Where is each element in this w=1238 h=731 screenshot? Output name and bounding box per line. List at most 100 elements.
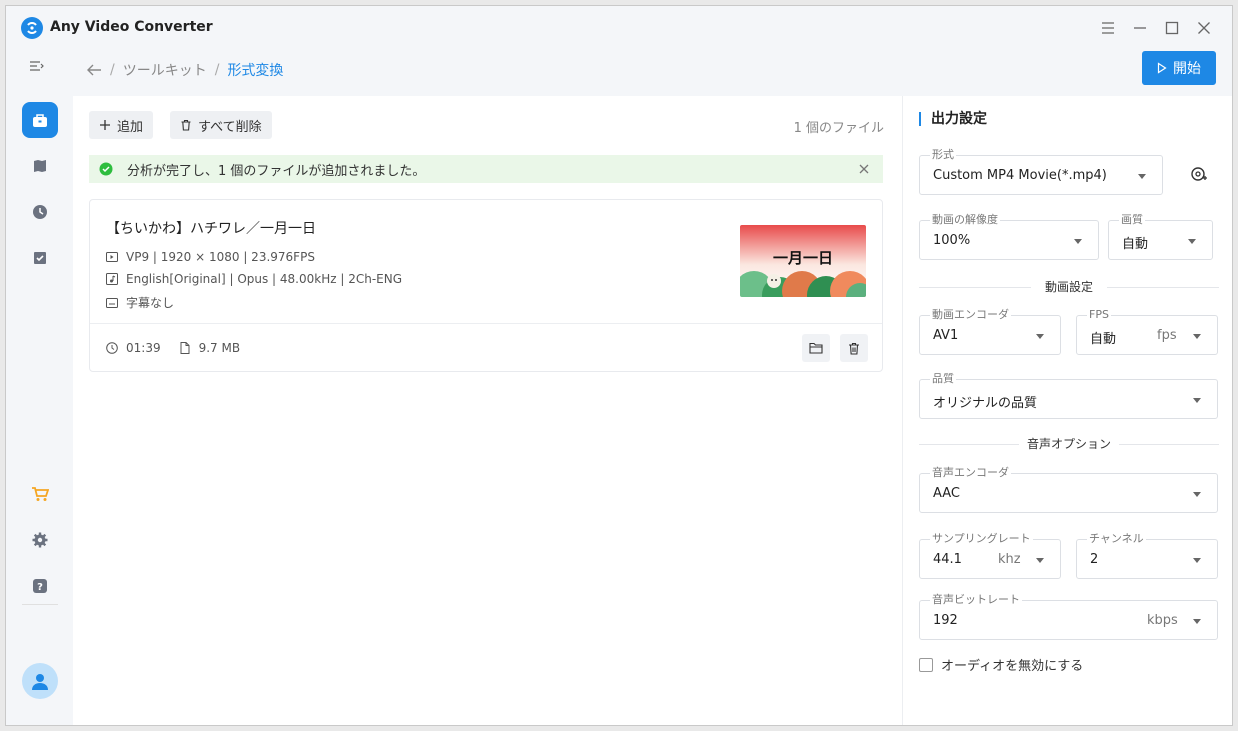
success-alert: 分析が完了し、1 個のファイルが追加されました。 <box>89 155 883 183</box>
maximize-button[interactable] <box>1160 16 1184 40</box>
start-button[interactable]: 開始 <box>1142 51 1216 85</box>
audio-options-heading: 音声オプション <box>1026 437 1111 451</box>
chevron-down-icon <box>1193 492 1201 497</box>
subtitle-info-row: 字幕なし <box>106 294 174 311</box>
back-arrow-icon[interactable] <box>86 63 102 77</box>
nav-store[interactable] <box>22 476 58 512</box>
file-size-icon <box>180 342 190 354</box>
fps-select[interactable]: FPS 自動 fps <box>1076 308 1218 355</box>
audio-bitrate-value: 192 <box>933 613 958 628</box>
fps-unit: fps <box>1157 328 1177 343</box>
quality-select[interactable]: 品質 オリジナルの品質 <box>919 372 1218 419</box>
file-stats: 01:39 9.7 MB <box>106 341 240 355</box>
nav-tasks[interactable] <box>22 240 58 276</box>
card-divider <box>90 323 882 324</box>
svg-text:?: ? <box>37 582 43 593</box>
format-settings-icon[interactable] <box>1190 165 1208 183</box>
quality-value: オリジナルの品質 <box>933 396 1038 411</box>
chevron-down-icon <box>1193 558 1201 563</box>
audio-encoder-value: AAC <box>933 486 960 501</box>
resolution-select[interactable]: 動画の解像度 100% <box>919 213 1099 260</box>
chevron-down-icon <box>1074 239 1082 244</box>
delete-all-button[interactable]: すべて削除 <box>170 111 272 139</box>
help-icon: ? <box>33 579 47 593</box>
resolution-value: 100% <box>933 233 971 248</box>
file-count: 1 個のファイル <box>793 121 884 136</box>
subtitle-icon <box>106 297 118 308</box>
nav-history[interactable] <box>22 194 58 230</box>
folder-icon <box>809 342 823 354</box>
sample-rate-select[interactable]: サンプリングレート 44.1 khz <box>919 532 1061 579</box>
audio-info-row: English[Original] | Opus | 48.00kHz | 2C… <box>106 272 402 286</box>
close-button[interactable] <box>1192 16 1216 40</box>
format-select[interactable]: 形式 Custom MP4 Movie(*.mp4) <box>919 148 1163 195</box>
user-avatar[interactable] <box>22 663 58 699</box>
resolution-label: 動画の解像度 <box>930 213 1000 227</box>
start-button-label: 開始 <box>1173 61 1201 77</box>
video-encoder-label: 動画エンコーダ <box>930 308 1011 322</box>
breadcrumb-toolkit[interactable]: ツールキット <box>123 60 207 80</box>
sample-rate-unit: khz <box>998 552 1021 567</box>
left-sidebar: ? <box>6 96 73 725</box>
thumbnail-caption: 一月一日 <box>772 249 833 267</box>
output-settings-title: 出力設定 <box>919 112 987 126</box>
disable-audio-label: オーディオを無効にする <box>941 659 1084 674</box>
delete-file-button[interactable] <box>840 334 868 362</box>
audio-encoder-label: 音声エンコーダ <box>930 466 1011 480</box>
user-icon <box>32 674 48 690</box>
audio-bitrate-select[interactable]: 音声ビットレート 192 kbps <box>919 593 1218 640</box>
breadcrumb-separator: / <box>214 62 220 78</box>
audio-info: English[Original] | Opus | 48.00kHz | 2C… <box>126 272 403 286</box>
nav-toolkit[interactable] <box>22 102 58 138</box>
image-quality-label: 画質 <box>1119 213 1145 227</box>
minimize-button[interactable] <box>1128 16 1152 40</box>
video-info: VP9 | 1920 × 1080 | 23.976FPS <box>126 250 315 264</box>
menu-icon[interactable] <box>1096 16 1120 40</box>
video-settings-divider: 動画設定 <box>919 280 1219 294</box>
delete-all-label: すべて削除 <box>198 119 262 135</box>
play-icon <box>1157 62 1167 74</box>
alert-close-icon[interactable] <box>857 162 871 176</box>
output-settings-panel: 出力設定 形式 Custom MP4 Movie(*.mp4) 動画の解像度 1… <box>902 96 1232 725</box>
clock-icon <box>33 205 47 219</box>
gear-icon <box>32 532 48 548</box>
chevron-down-icon <box>1193 619 1201 624</box>
add-button[interactable]: 追加 <box>89 111 154 139</box>
collapse-sidebar-icon[interactable] <box>28 58 50 80</box>
plus-icon <box>100 120 110 130</box>
breadcrumb-current: 形式変換 <box>227 63 284 79</box>
book-icon <box>34 160 46 172</box>
image-quality-select[interactable]: 画質 自動 <box>1108 213 1213 260</box>
nav-library[interactable] <box>22 148 58 184</box>
app-logo-icon <box>21 17 43 39</box>
breadcrumb-separator: / <box>110 62 115 78</box>
video-encoder-value: AV1 <box>933 328 959 343</box>
subtitle-info: 字幕なし <box>126 296 175 310</box>
video-icon <box>106 252 118 262</box>
audio-bitrate-unit: kbps <box>1147 613 1178 628</box>
video-thumbnail[interactable]: 一月一日 <box>740 225 866 297</box>
main-panel: 追加 すべて削除 1 個のファイル 分析が完了し、1 個のファイルが追加されまし… <box>73 96 902 725</box>
video-encoder-select[interactable]: 動画エンコーダ AV1 <box>919 308 1061 355</box>
channel-select[interactable]: チャンネル 2 <box>1076 532 1218 579</box>
cart-icon <box>32 487 49 501</box>
audio-options-divider: 音声オプション <box>919 437 1219 451</box>
nav-help[interactable]: ? <box>22 568 58 604</box>
audio-bitrate-label: 音声ビットレート <box>930 593 1022 607</box>
breadcrumb: / ツールキット / 形式変換 <box>86 60 283 80</box>
file-card: 【ちいかわ】ハチワレ／一月一日 VP9 | 1920 × 1080 | 23.9… <box>89 199 883 372</box>
image-quality-value: 自動 <box>1122 237 1149 252</box>
trash-icon <box>849 342 859 355</box>
channel-label: チャンネル <box>1087 532 1146 546</box>
audio-icon <box>106 273 118 285</box>
sample-rate-label: サンプリングレート <box>930 532 1033 546</box>
disable-audio-checkbox[interactable] <box>919 657 933 672</box>
video-info-row: VP9 | 1920 × 1080 | 23.976FPS <box>106 250 315 264</box>
channel-value: 2 <box>1090 552 1099 567</box>
open-folder-button[interactable] <box>802 334 830 362</box>
nav-settings[interactable] <box>22 522 58 558</box>
video-settings-heading: 動画設定 <box>1044 280 1093 294</box>
audio-encoder-select[interactable]: 音声エンコーダ AAC <box>919 466 1218 513</box>
disable-audio-checkbox-row[interactable]: オーディオを無効にする <box>919 655 1083 674</box>
toolbox-icon <box>33 114 47 127</box>
